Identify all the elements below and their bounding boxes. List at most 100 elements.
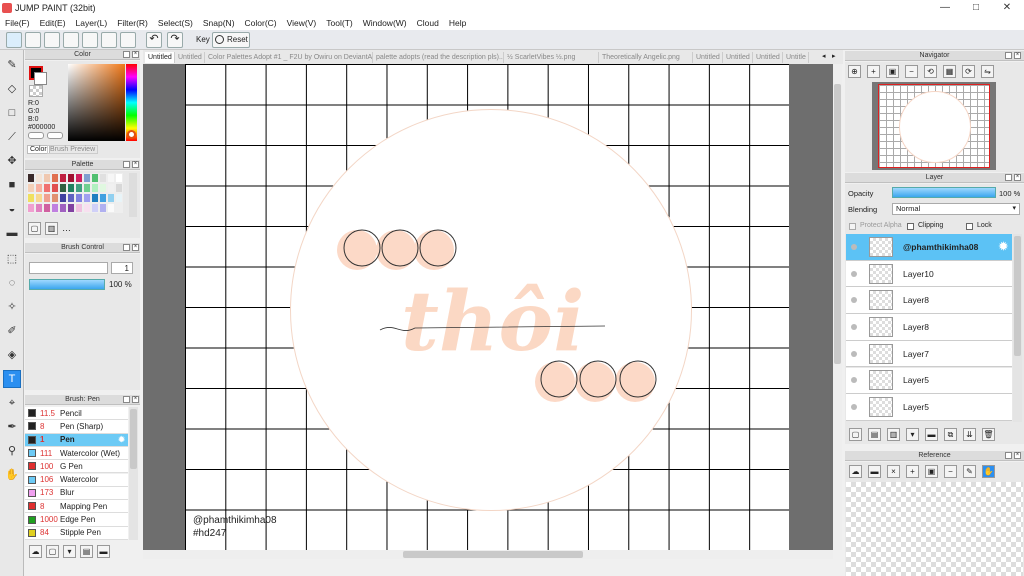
panel-close-icon[interactable]: × xyxy=(1014,174,1021,181)
new-layer-1bit-icon[interactable]: ▥ xyxy=(887,428,900,441)
palette-more[interactable]: … xyxy=(62,222,71,236)
canvas-horizontal-scrollbar[interactable] xyxy=(143,550,833,559)
panel-pin-icon[interactable] xyxy=(1005,452,1012,459)
document-tab[interactable]: Theoretically Angelic.png xyxy=(599,52,693,63)
rotate-right-icon[interactable]: ⟳ xyxy=(962,65,975,78)
palette-swatch[interactable] xyxy=(99,203,107,213)
layer-row[interactable]: Layer5 xyxy=(846,394,1012,421)
visibility-icon[interactable] xyxy=(851,297,857,304)
palette-scrollbar[interactable] xyxy=(129,173,137,217)
palette-swatch[interactable] xyxy=(51,173,59,183)
fit-window-icon[interactable]: ▦ xyxy=(943,65,956,78)
zoom-in-icon[interactable]: + xyxy=(867,65,880,78)
palette-swatch[interactable] xyxy=(75,183,83,193)
layer-list-scrollbar[interactable] xyxy=(1013,234,1022,422)
palette-swatch[interactable] xyxy=(107,173,115,183)
palette-swatch[interactable] xyxy=(67,183,75,193)
tab-scroll-left-icon[interactable]: ◂ xyxy=(822,52,829,62)
panel-close-icon[interactable]: × xyxy=(1014,452,1021,459)
color-mode-toggle-icon[interactable] xyxy=(47,132,63,139)
drawing-canvas[interactable]: thôi @phamthikimha08 #hd247 xyxy=(185,64,789,550)
rect-select-tool-icon[interactable]: ⬚ xyxy=(3,250,21,268)
document-tab[interactable]: Untitled xyxy=(753,52,783,63)
color-mode-eye-icon[interactable] xyxy=(28,132,44,139)
brush-cloud-icon[interactable]: ☁ xyxy=(29,545,42,558)
palette-swatch[interactable] xyxy=(99,193,107,203)
eraser-tool-icon[interactable]: ◇ xyxy=(3,80,21,98)
palette-swatch[interactable] xyxy=(83,203,91,213)
brush-folder-icon[interactable]: ▬ xyxy=(97,545,110,558)
transparent-color-swatch[interactable] xyxy=(29,85,43,97)
hand-tool-icon[interactable]: ✋ xyxy=(3,466,21,484)
brush-item[interactable]: 1 Pen ✹ xyxy=(25,433,128,447)
merge-layer-icon[interactable]: ⇊ xyxy=(963,428,976,441)
document-tab[interactable]: Color Palettes Adopt #1 _ F2U by Owiru o… xyxy=(205,52,373,63)
pen-tool-icon[interactable]: ✒ xyxy=(3,418,21,436)
menu-tool[interactable]: Tool(T) xyxy=(321,18,357,28)
palette-swatch[interactable] xyxy=(107,203,115,213)
brush-item[interactable]: 173 Blur xyxy=(25,486,128,501)
layer-row[interactable]: Layer8 xyxy=(846,287,1012,315)
undo-icon[interactable]: ↶ xyxy=(146,32,162,48)
menu-cloud[interactable]: Cloud xyxy=(412,18,444,28)
palette-swatch[interactable] xyxy=(75,173,83,183)
minimize-icon[interactable]: — xyxy=(931,0,959,16)
palette-swatch[interactable] xyxy=(83,193,91,203)
line-tool-icon[interactable]: ⟋ xyxy=(3,128,21,146)
palette-swatch[interactable] xyxy=(75,203,83,213)
palette-swatch[interactable] xyxy=(83,183,91,193)
layer-opacity-slider[interactable] xyxy=(892,187,996,198)
visibility-icon[interactable] xyxy=(851,270,857,277)
eyedropper-tool-icon[interactable]: ⚲ xyxy=(3,442,21,460)
document-tab[interactable]: Untitle xyxy=(783,52,809,63)
brush-size-input[interactable]: 1 xyxy=(111,262,133,274)
panel-pin-icon[interactable] xyxy=(123,161,130,168)
document-tab[interactable]: Untitled xyxy=(693,52,723,63)
palette-swatch[interactable] xyxy=(115,193,123,203)
panel-pin-icon[interactable] xyxy=(123,244,130,251)
layer-row[interactable]: Layer5 xyxy=(846,367,1012,395)
reference-zoom-out-icon[interactable]: − xyxy=(944,465,957,478)
reference-cloud-icon[interactable]: ☁ xyxy=(849,465,862,478)
new-palette-icon[interactable]: ▢ xyxy=(28,222,41,235)
palette-swatch[interactable] xyxy=(67,173,75,183)
select-pen-tool-icon[interactable]: ✐ xyxy=(3,322,21,340)
palette-swatch[interactable] xyxy=(43,173,51,183)
menu-snap[interactable]: Snap(N) xyxy=(198,18,240,28)
palette-swatch[interactable] xyxy=(27,173,35,183)
layout-icon[interactable] xyxy=(120,32,136,48)
page-icon[interactable] xyxy=(82,32,98,48)
canvas-vertical-scrollbar[interactable] xyxy=(833,64,842,550)
document-icon[interactable] xyxy=(101,32,117,48)
palette-swatch[interactable] xyxy=(43,183,51,193)
tab-brush-preview[interactable]: Brush Preview xyxy=(47,145,99,154)
palette-swatch[interactable] xyxy=(51,193,59,203)
palette-swatch[interactable] xyxy=(91,183,99,193)
panel-pin-icon[interactable] xyxy=(1005,52,1012,59)
layer-menu-icon[interactable]: ▾ xyxy=(906,428,919,441)
palette-swatch[interactable] xyxy=(67,203,75,213)
new-layer-icon[interactable]: ▢ xyxy=(849,428,862,441)
reference-open-icon[interactable]: ▬ xyxy=(868,465,881,478)
delete-palette-icon[interactable]: ▥ xyxy=(45,222,58,235)
flip-icon[interactable]: ⇋ xyxy=(981,65,994,78)
reference-area[interactable] xyxy=(846,482,1023,576)
gear-icon[interactable]: ✹ xyxy=(999,240,1008,253)
menu-window[interactable]: Window(W) xyxy=(358,18,412,28)
palette-swatch[interactable] xyxy=(27,183,35,193)
move-tool-icon[interactable]: ✥ xyxy=(3,152,21,170)
palette-swatch[interactable] xyxy=(99,183,107,193)
menu-edit[interactable]: Edit(E) xyxy=(35,18,71,28)
document-tab[interactable]: palette adopts (read the description pls… xyxy=(373,52,504,63)
palette-swatch[interactable] xyxy=(35,203,43,213)
saturation-value-picker[interactable] xyxy=(68,64,125,141)
rectangle-tool-icon[interactable]: □ xyxy=(3,104,21,122)
export-icon[interactable] xyxy=(25,32,41,48)
palette-swatch[interactable] xyxy=(43,193,51,203)
brush-list-scrollbar[interactable] xyxy=(129,407,138,540)
menu-view[interactable]: View(V) xyxy=(282,18,322,28)
panel-close-icon[interactable]: × xyxy=(1014,52,1021,59)
zoom-actual-icon[interactable]: ▣ xyxy=(886,65,899,78)
visibility-icon[interactable] xyxy=(851,377,857,384)
panel-pin-icon[interactable] xyxy=(123,396,130,403)
